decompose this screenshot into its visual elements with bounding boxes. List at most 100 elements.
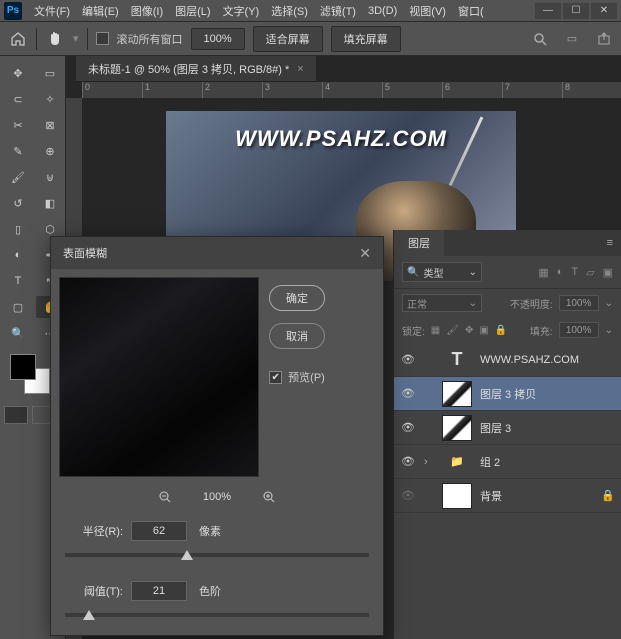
layer-name[interactable]: 组 2 xyxy=(480,454,500,470)
color-swatches[interactable] xyxy=(10,354,50,394)
magic-wand-tool[interactable]: ✧ xyxy=(36,88,64,110)
healing-tool[interactable]: ⊕ xyxy=(36,140,64,162)
document-title: 未标题-1 @ 50% (图层 3 拷贝, RGB/8#) * xyxy=(88,61,289,77)
radius-unit: 像素 xyxy=(199,523,221,539)
zoom-tool[interactable]: 🔍 xyxy=(4,322,32,344)
foreground-color[interactable] xyxy=(10,354,36,380)
filter-smart-icon[interactable]: ▣ xyxy=(603,266,613,279)
ps-logo: Ps xyxy=(4,2,22,20)
layer-row[interactable]: 👁 › 📁 组 2 xyxy=(394,445,621,479)
menu-file[interactable]: 文件(F) xyxy=(28,0,76,22)
brush-tool[interactable]: 🖌 xyxy=(4,166,32,188)
visibility-toggle[interactable]: 👁 xyxy=(400,455,416,468)
layer-filter-select[interactable]: 🔍 类型 ⌄ xyxy=(402,262,482,282)
filter-shape-icon[interactable]: ▱ xyxy=(586,266,594,279)
expand-group-icon[interactable]: › xyxy=(424,456,434,468)
zoom-out-icon[interactable] xyxy=(157,489,173,505)
layers-tab[interactable]: 图层 xyxy=(394,230,444,256)
visibility-toggle[interactable]: 👁 xyxy=(400,387,416,400)
preview-image[interactable] xyxy=(59,277,259,477)
blend-mode-select[interactable]: 正常⌄ xyxy=(402,294,482,312)
menu-3d[interactable]: 3D(D) xyxy=(362,2,403,20)
document-tab[interactable]: 未标题-1 @ 50% (图层 3 拷贝, RGB/8#) * × xyxy=(76,56,316,82)
fit-screen-button[interactable]: 适合屏幕 xyxy=(253,26,323,52)
dialog-close-icon[interactable]: ✕ xyxy=(359,245,371,262)
history-brush-tool[interactable]: ↺ xyxy=(4,192,32,214)
cancel-button[interactable]: 取消 xyxy=(269,323,325,349)
menu-edit[interactable]: 编辑(E) xyxy=(76,0,125,22)
crop-tool[interactable]: ✂ xyxy=(4,114,32,136)
lasso-tool[interactable]: ⊂ xyxy=(4,88,32,110)
visibility-toggle[interactable]: 👁 xyxy=(400,353,416,366)
menu-type[interactable]: 文字(Y) xyxy=(217,0,266,22)
visibility-toggle[interactable]: 👁 xyxy=(400,421,416,434)
layer-name[interactable]: 图层 3 xyxy=(480,420,511,436)
filter-type-icon[interactable]: T xyxy=(571,266,578,279)
home-icon[interactable] xyxy=(8,29,28,49)
type-tool[interactable]: T xyxy=(4,270,32,292)
dialog-titlebar[interactable]: 表面模糊 ✕ xyxy=(51,237,383,269)
marquee-tool[interactable]: ▭ xyxy=(36,62,64,84)
folder-icon: 📁 xyxy=(442,449,472,475)
preview-zoom: 100% xyxy=(203,491,231,503)
shape-tool[interactable]: ▢ xyxy=(4,296,32,318)
layers-panel: 图层 ≡ 🔍 类型 ⌄ ▦ ◐ T ▱ ▣ 正常⌄ 不透明度: ⌄ 锁定: ▦ … xyxy=(393,230,621,639)
maximize-button[interactable]: ☐ xyxy=(563,3,589,19)
move-tool[interactable]: ✥ xyxy=(4,62,32,84)
watermark-text: WWW.PSAHZ.COM xyxy=(235,126,447,152)
lock-pixels-icon[interactable]: 🖌 xyxy=(446,325,459,336)
fill-screen-button[interactable]: 填充屏幕 xyxy=(331,26,401,52)
layer-name[interactable]: WWW.PSAHZ.COM xyxy=(480,354,579,366)
lock-transparency-icon[interactable]: ▦ xyxy=(431,325,440,336)
window-controls: — ☐ ✕ xyxy=(535,3,617,19)
lock-artboard-icon[interactable]: ▣ xyxy=(479,325,488,336)
hand-tool-icon[interactable] xyxy=(45,29,65,49)
layer-row[interactable]: 👁 图层 3 xyxy=(394,411,621,445)
standard-mode-icon[interactable] xyxy=(4,406,28,424)
close-window-button[interactable]: ✕ xyxy=(591,3,617,19)
layer-row[interactable]: 👁 图层 3 拷贝 xyxy=(394,377,621,411)
lock-position-icon[interactable]: ✥ xyxy=(465,325,473,336)
layer-row[interactable]: 👁 背景 🔒 xyxy=(394,479,621,513)
radius-input[interactable] xyxy=(131,521,187,541)
panel-menu-icon[interactable]: ≡ xyxy=(599,237,621,249)
menu-window[interactable]: 窗口( xyxy=(452,0,490,22)
fill-input[interactable] xyxy=(559,322,599,338)
ok-button[interactable]: 确定 xyxy=(269,285,325,311)
frame-tool[interactable]: ⊠ xyxy=(36,114,64,136)
eyedropper-tool[interactable]: ✎ xyxy=(4,140,32,162)
dodge-tool[interactable]: ◐ xyxy=(4,244,32,266)
minimize-button[interactable]: — xyxy=(535,3,561,19)
threshold-input[interactable] xyxy=(131,581,187,601)
menu-view[interactable]: 视图(V) xyxy=(403,0,452,22)
menu-filter[interactable]: 滤镜(T) xyxy=(314,0,362,22)
close-tab-icon[interactable]: × xyxy=(297,63,303,75)
menu-layer[interactable]: 图层(L) xyxy=(169,0,216,22)
menu-select[interactable]: 选择(S) xyxy=(265,0,314,22)
opacity-input[interactable] xyxy=(559,295,599,311)
share-icon[interactable] xyxy=(595,30,613,48)
preview-checkbox[interactable]: ✔ xyxy=(269,371,282,384)
artboard-icon[interactable]: ▭ xyxy=(563,30,581,48)
locked-icon: 🔒 xyxy=(601,489,615,502)
surface-blur-dialog: 表面模糊 ✕ 确定 取消 ✔ 预览(P) 100% 半径(R): 像素 阈值(T… xyxy=(50,236,384,636)
layer-name[interactable]: 背景 xyxy=(480,488,502,504)
lock-all-icon[interactable]: 🔒 xyxy=(495,325,507,336)
filter-pixel-icon[interactable]: ▦ xyxy=(538,266,548,279)
zoom-level[interactable]: 100% xyxy=(191,28,245,50)
layer-name[interactable]: 图层 3 拷贝 xyxy=(480,386,536,402)
scroll-all-checkbox[interactable] xyxy=(96,32,109,45)
visibility-toggle[interactable]: 👁 xyxy=(400,489,416,502)
fill-label: 填充: xyxy=(530,323,553,338)
gradient-tool[interactable]: ▯ xyxy=(4,218,32,240)
menu-image[interactable]: 图像(I) xyxy=(125,0,169,22)
layer-row[interactable]: 👁 T WWW.PSAHZ.COM xyxy=(394,343,621,377)
scroll-all-label: 滚动所有窗口 xyxy=(117,31,183,47)
radius-slider[interactable] xyxy=(65,553,369,557)
eraser-tool[interactable]: ◧ xyxy=(36,192,64,214)
threshold-slider[interactable] xyxy=(65,613,369,617)
stamp-tool[interactable]: ⊎ xyxy=(36,166,64,188)
search-icon[interactable] xyxy=(531,30,549,48)
zoom-in-icon[interactable] xyxy=(261,489,277,505)
filter-adjust-icon[interactable]: ◐ xyxy=(557,266,564,279)
